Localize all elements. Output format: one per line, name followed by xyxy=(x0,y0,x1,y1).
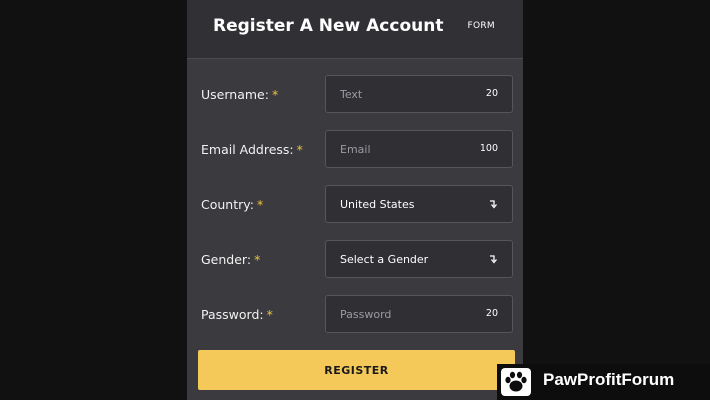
country-label-text: Country: xyxy=(201,197,254,212)
email-row: Email Address:* 100 xyxy=(187,130,523,170)
required-marker: * xyxy=(266,307,273,322)
username-label: Username: * xyxy=(201,87,278,102)
chevron-down-icon xyxy=(490,255,497,264)
page: Register A New Account FORM Username:* 2… xyxy=(0,0,710,400)
email-field[interactable]: 100 xyxy=(325,130,513,168)
username-label-text: Username: xyxy=(201,87,269,102)
page-title: Register A New Account xyxy=(213,16,444,36)
form-header: Register A New Account FORM xyxy=(187,0,523,59)
password-field[interactable]: 20 xyxy=(325,295,513,333)
username-field[interactable]: 20 xyxy=(325,75,513,113)
required-marker: * xyxy=(256,197,264,212)
gender-row: Gender: * Select a Gender xyxy=(187,240,523,280)
country-row: Country: * United States xyxy=(187,185,523,225)
password-label-text: Password: xyxy=(201,307,264,322)
email-label: Email Address: * xyxy=(201,142,303,157)
gender-select[interactable]: Select a Gender xyxy=(325,240,513,278)
email-input[interactable] xyxy=(326,131,490,167)
chevron-down-icon xyxy=(490,200,497,209)
gender-selected-value: Select a Gender xyxy=(340,253,429,266)
register-button[interactable]: REGISTER xyxy=(198,350,515,390)
country-label: Country: * xyxy=(201,197,263,212)
password-row: Password: * 20 xyxy=(187,295,523,335)
required-marker: * xyxy=(296,142,303,157)
form-tag: FORM xyxy=(467,21,495,31)
email-label-text: Email Address: xyxy=(201,142,294,157)
country-select[interactable]: United States xyxy=(325,185,513,223)
watermark-text: PawProfitForum xyxy=(543,370,675,389)
watermark-badge: PawProfitForum xyxy=(497,364,710,400)
required-marker: * xyxy=(271,87,279,102)
required-marker: * xyxy=(254,252,261,267)
gender-label: Gender: * xyxy=(201,252,260,267)
country-selected-value: United States xyxy=(340,198,415,211)
register-form-panel: Register A New Account FORM Username:* 2… xyxy=(187,0,523,400)
password-input[interactable] xyxy=(326,296,490,332)
gender-label-text: Gender: xyxy=(201,252,252,267)
email-char-counter: 100 xyxy=(479,143,498,154)
username-input[interactable] xyxy=(326,76,490,112)
password-label: Password: * xyxy=(201,307,273,322)
password-char-counter: 20 xyxy=(485,308,498,319)
username-char-counter: 20 xyxy=(485,88,498,99)
paw-icon xyxy=(501,368,531,396)
username-row: Username:* 20 xyxy=(187,75,523,115)
